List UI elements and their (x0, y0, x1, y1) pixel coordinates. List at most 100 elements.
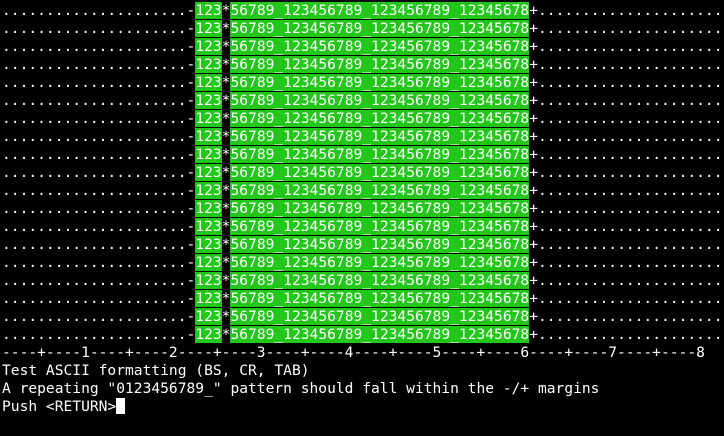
left-margin-marker: - (186, 128, 196, 145)
left-margin-marker: - (186, 254, 196, 271)
left-margin-marker: - (186, 38, 196, 55)
pattern-row: .....................-123*56789_12345678… (2, 56, 724, 74)
right-margin-dots: ..................... (538, 326, 723, 343)
pattern-segment-b: 56789_123456789_123456789_12345678 (230, 74, 530, 91)
left-margin-marker: - (186, 110, 196, 127)
right-margin-marker: + (529, 74, 538, 91)
right-margin-dots: ..................... (538, 272, 723, 289)
right-margin-dots: ..................... (538, 254, 723, 271)
pattern-segment-b: 56789_123456789_123456789_12345678 (230, 2, 530, 19)
right-margin-dots: ..................... (538, 308, 723, 325)
pattern-segment-b: 56789_123456789_123456789_12345678 (230, 20, 530, 37)
pattern-row: .....................-123*56789_12345678… (2, 74, 724, 92)
pattern-segment-b: 56789_123456789_123456789_12345678 (230, 272, 530, 289)
right-margin-marker: + (529, 128, 538, 145)
left-margin-marker: - (186, 164, 196, 181)
right-margin-dots: ..................... (538, 164, 723, 181)
prompt-line: Push <RETURN> (2, 398, 724, 416)
right-margin-marker: + (529, 38, 538, 55)
pattern-segment-a: 123 (195, 110, 222, 127)
left-margin-marker: - (186, 20, 196, 37)
left-margin-dots: ..................... (2, 182, 187, 199)
pattern-row: .....................-123*56789_12345678… (2, 218, 724, 236)
pattern-segment-a: 123 (195, 200, 222, 217)
left-margin-dots: ..................... (2, 56, 187, 73)
pattern-segment-a: 123 (195, 20, 222, 37)
pattern-row: .....................-123*56789_12345678… (2, 326, 724, 344)
left-margin-marker: - (186, 308, 196, 325)
pattern-segment-a: 123 (195, 308, 222, 325)
right-margin-dots: ..................... (538, 290, 723, 307)
left-margin-dots: ..................... (2, 38, 187, 55)
pattern-row: .....................-123*56789_12345678… (2, 38, 724, 56)
terminal-screen[interactable]: .....................-123*56789_12345678… (2, 2, 724, 436)
column-ruler: ----+----1----+----2----+----3----+----4… (2, 344, 705, 361)
right-margin-marker: + (529, 254, 538, 271)
left-margin-marker: - (186, 2, 196, 19)
left-margin-dots: ..................... (2, 110, 187, 127)
pattern-segment-b: 56789_123456789_123456789_12345678 (230, 326, 530, 343)
left-margin-dots: ..................... (2, 20, 187, 37)
pattern-segment-a: 123 (195, 236, 222, 253)
left-margin-dots: ..................... (2, 218, 187, 235)
test-instructions: A repeating "0123456789_" pattern should… (2, 380, 600, 397)
pattern-row: .....................-123*56789_12345678… (2, 308, 724, 326)
right-margin-dots: ..................... (538, 236, 723, 253)
left-margin-marker: - (186, 74, 196, 91)
pattern-segment-a: 123 (195, 128, 222, 145)
right-margin-dots: ..................... (538, 146, 723, 163)
left-margin-dots: ..................... (2, 2, 187, 19)
pattern-segment-a: 123 (195, 56, 222, 73)
pattern-row: .....................-123*56789_12345678… (2, 146, 724, 164)
left-margin-marker: - (186, 200, 196, 217)
pattern-row: .....................-123*56789_12345678… (2, 182, 724, 200)
left-margin-marker: - (186, 272, 196, 289)
left-margin-marker: - (186, 290, 196, 307)
pattern-row: .....................-123*56789_12345678… (2, 200, 724, 218)
pattern-row: .....................-123*56789_12345678… (2, 272, 724, 290)
right-margin-dots: ..................... (538, 38, 723, 55)
left-margin-dots: ..................... (2, 236, 187, 253)
pattern-segment-b: 56789_123456789_123456789_12345678 (230, 110, 530, 127)
right-margin-marker: + (529, 290, 538, 307)
pattern-segment-a: 123 (195, 218, 222, 235)
left-margin-marker: - (186, 182, 196, 199)
pattern-segment-b: 56789_123456789_123456789_12345678 (230, 254, 530, 271)
pattern-segment-b: 56789_123456789_123456789_12345678 (230, 38, 530, 55)
pattern-row: .....................-123*56789_12345678… (2, 254, 724, 272)
prompt-text: Push <RETURN> (2, 398, 117, 415)
left-margin-dots: ..................... (2, 326, 187, 343)
pattern-segment-a: 123 (195, 182, 222, 199)
right-margin-marker: + (529, 2, 538, 19)
right-margin-marker: + (529, 56, 538, 73)
pattern-rows: .....................-123*56789_12345678… (2, 2, 724, 344)
pattern-row: .....................-123*56789_12345678… (2, 20, 724, 38)
pattern-segment-a: 123 (195, 164, 222, 181)
pattern-segment-b: 56789_123456789_123456789_12345678 (230, 308, 530, 325)
text-cursor[interactable] (116, 398, 126, 414)
left-margin-dots: ..................... (2, 272, 187, 289)
pattern-row: .....................-123*56789_12345678… (2, 128, 724, 146)
pattern-segment-b: 56789_123456789_123456789_12345678 (230, 56, 530, 73)
pattern-segment-a: 123 (195, 146, 222, 163)
pattern-row: .....................-123*56789_12345678… (2, 236, 724, 254)
right-margin-marker: + (529, 92, 538, 109)
right-margin-marker: + (529, 236, 538, 253)
left-margin-dots: ..................... (2, 164, 187, 181)
left-margin-marker: - (186, 236, 196, 253)
left-margin-dots: ..................... (2, 254, 187, 271)
left-margin-marker: - (186, 92, 196, 109)
right-margin-dots: ..................... (538, 56, 723, 73)
right-margin-marker: + (529, 308, 538, 325)
right-margin-dots: ..................... (538, 20, 723, 37)
right-margin-marker: + (529, 200, 538, 217)
left-margin-marker: - (186, 56, 196, 73)
pattern-segment-b: 56789_123456789_123456789_12345678 (230, 236, 530, 253)
pattern-segment-b: 56789_123456789_123456789_12345678 (230, 146, 530, 163)
pattern-segment-b: 56789_123456789_123456789_12345678 (230, 164, 530, 181)
right-margin-dots: ..................... (538, 2, 723, 19)
pattern-row: .....................-123*56789_12345678… (2, 164, 724, 182)
right-margin-dots: ..................... (538, 182, 723, 199)
left-margin-dots: ..................... (2, 128, 187, 145)
pattern-segment-b: 56789_123456789_123456789_12345678 (230, 218, 530, 235)
